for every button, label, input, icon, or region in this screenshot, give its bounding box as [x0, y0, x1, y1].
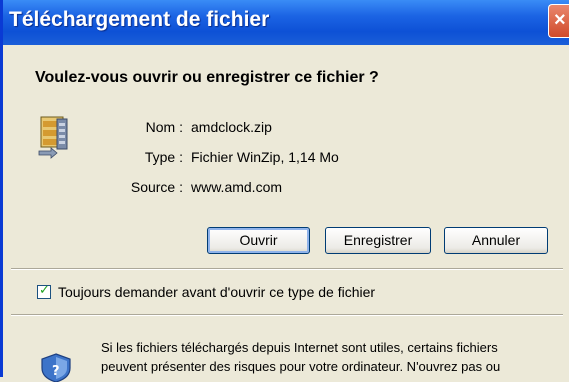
always-ask-label[interactable]: Toujours demander avant d'ouvrir ce type… [58, 284, 375, 300]
security-warning: Si les fichiers téléchargés depuis Inter… [101, 338, 500, 376]
window-title: Téléchargement de fichier [9, 8, 270, 31]
file-source-label: Source : [130, 179, 183, 195]
file-type-value: Fichier WinZip, 1,14 Mo [191, 149, 339, 165]
file-source-row: Source : www.amd.com [3, 179, 569, 199]
always-ask-checkbox[interactable]: ✓ [37, 283, 51, 299]
dialog-question: Voulez-vous ouvrir ou enregistrer ce fic… [35, 69, 379, 86]
file-type-label: Type : [144, 149, 183, 165]
open-button[interactable]: Ouvrir [207, 227, 310, 254]
shield-icon: ? [41, 353, 71, 382]
file-name-row: Nom : amdclock.zip [3, 119, 569, 139]
checkmark-icon: ✓ [39, 283, 50, 298]
save-button[interactable]: Enregistrer [325, 227, 431, 254]
title-bar[interactable]: Téléchargement de fichier × [3, 0, 569, 45]
file-source-value: www.amd.com [191, 179, 283, 195]
close-button[interactable]: × [548, 4, 569, 38]
separator-top [11, 268, 563, 270]
cancel-button[interactable]: Annuler [444, 227, 548, 254]
warning-line-1: Si les fichiers téléchargés depuis Inter… [101, 340, 498, 355]
separator-bottom [11, 314, 563, 316]
file-download-dialog: Téléchargement de fichier × Voulez-vous … [0, 0, 569, 382]
close-icon: × [554, 9, 566, 31]
file-type-row: Type : Fichier WinZip, 1,14 Mo [3, 149, 569, 169]
warning-line-2: peuvent présenter des risques pour votre… [101, 359, 501, 374]
file-name-label: Nom : [145, 119, 183, 135]
file-name-value: amdclock.zip [191, 119, 272, 135]
